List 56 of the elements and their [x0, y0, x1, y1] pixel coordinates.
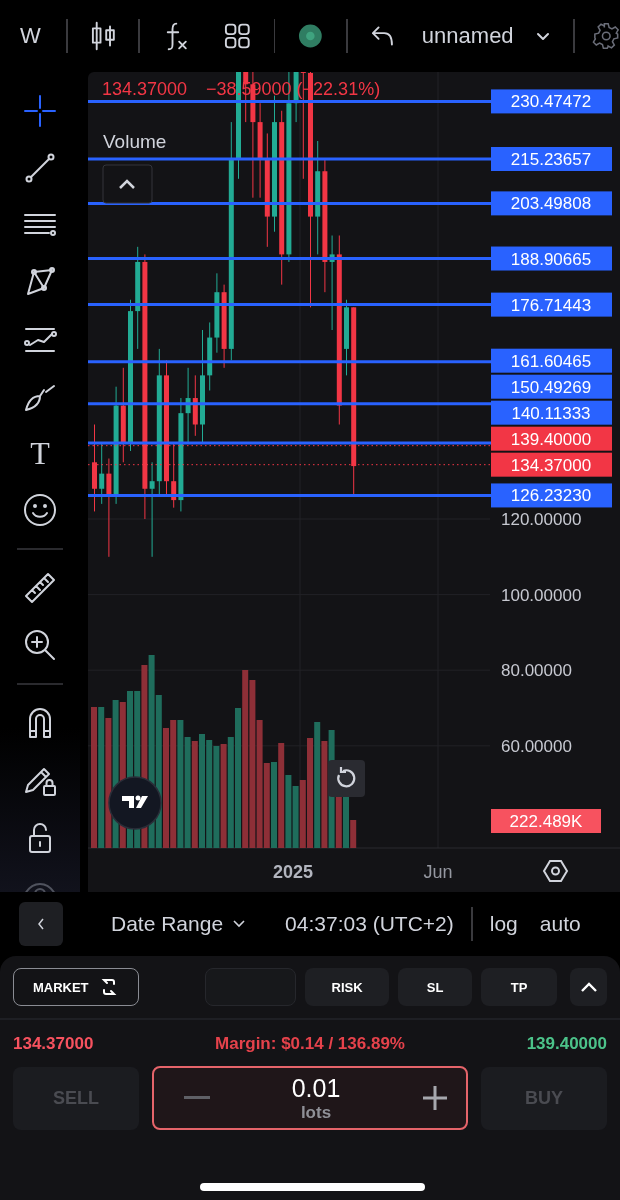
collapse-button[interactable]	[102, 164, 153, 204]
price-label: 134.37000	[491, 452, 612, 477]
candlestick-icon[interactable]	[90, 21, 116, 51]
reset-button[interactable]	[328, 760, 365, 797]
text-tool-button[interactable]: T	[20, 434, 60, 472]
price-label: 203.49808	[491, 191, 612, 216]
price-label: 215.23657	[491, 147, 612, 171]
horizontal-line[interactable]	[88, 303, 491, 307]
price-axis-label: 60.00000	[501, 736, 572, 756]
price-label: 161.60465	[491, 348, 612, 373]
order-option-button[interactable]: SL	[398, 968, 473, 1006]
price-label: 230.47472	[491, 89, 612, 114]
chevron-up-icon	[579, 981, 598, 993]
price-axis-label: 100.00000	[501, 585, 582, 605]
price-label: 188.90665	[491, 246, 612, 271]
ask-price: 139.40000	[526, 1034, 607, 1054]
minus-icon[interactable]	[184, 1096, 210, 1100]
status-dot-icon[interactable]	[298, 23, 324, 49]
horizontal-line[interactable]	[88, 201, 491, 205]
chevron-down-icon	[535, 31, 550, 41]
lot-size-stepper[interactable]: 0.01 lots	[152, 1066, 468, 1130]
margin-text: Margin: $0.14 / 136.89%	[215, 1034, 405, 1054]
chevron-down-icon	[233, 920, 246, 928]
price-label: 176.71443	[491, 292, 612, 317]
grid-icon[interactable]	[223, 22, 251, 50]
order-option-button[interactable]: RISK	[305, 968, 390, 1006]
volume-value-label: 222.489K	[491, 809, 601, 833]
order-type-button[interactable]: MARKET	[13, 968, 139, 1006]
logo-icon[interactable]	[108, 776, 162, 830]
horizontal-line[interactable]	[88, 257, 491, 261]
legend-price: 134.37000	[102, 79, 188, 99]
horizontal-line[interactable]	[88, 493, 491, 497]
plus-icon[interactable]	[422, 1085, 448, 1111]
time-zone-label[interactable]: 04:37:03 (UTC+2)	[285, 912, 454, 936]
horizontal-line[interactable]	[88, 402, 491, 406]
price-label: 150.49269	[491, 374, 612, 399]
price-label: 140.11333	[491, 400, 612, 425]
order-option-button[interactable]: TP	[481, 968, 558, 1006]
date-range-button[interactable]: Date Range	[111, 912, 246, 936]
interval-button[interactable]: W	[18, 19, 43, 53]
horizontal-line[interactable]	[88, 360, 491, 364]
price-axis-label: 80.00000	[501, 661, 572, 681]
time-axis-label: Jun	[423, 862, 453, 882]
time-axis-label: 2025	[273, 862, 313, 882]
undo-icon[interactable]	[371, 25, 394, 47]
chevron-left-icon	[37, 918, 45, 930]
price-label: 126.23230	[491, 483, 612, 508]
scale-option[interactable]: log	[489, 912, 518, 936]
price-axis-label: 120.00000	[501, 510, 582, 529]
horizontal-line[interactable]	[88, 99, 491, 103]
price-label: 139.40000	[491, 426, 612, 451]
scale-option[interactable]: auto	[539, 912, 581, 936]
expand-button[interactable]	[570, 968, 607, 1006]
bid-price: 134.37000	[13, 1034, 94, 1054]
layout-name-button[interactable]: unnamed	[421, 23, 550, 49]
indicator-label: Volume	[103, 131, 167, 152]
